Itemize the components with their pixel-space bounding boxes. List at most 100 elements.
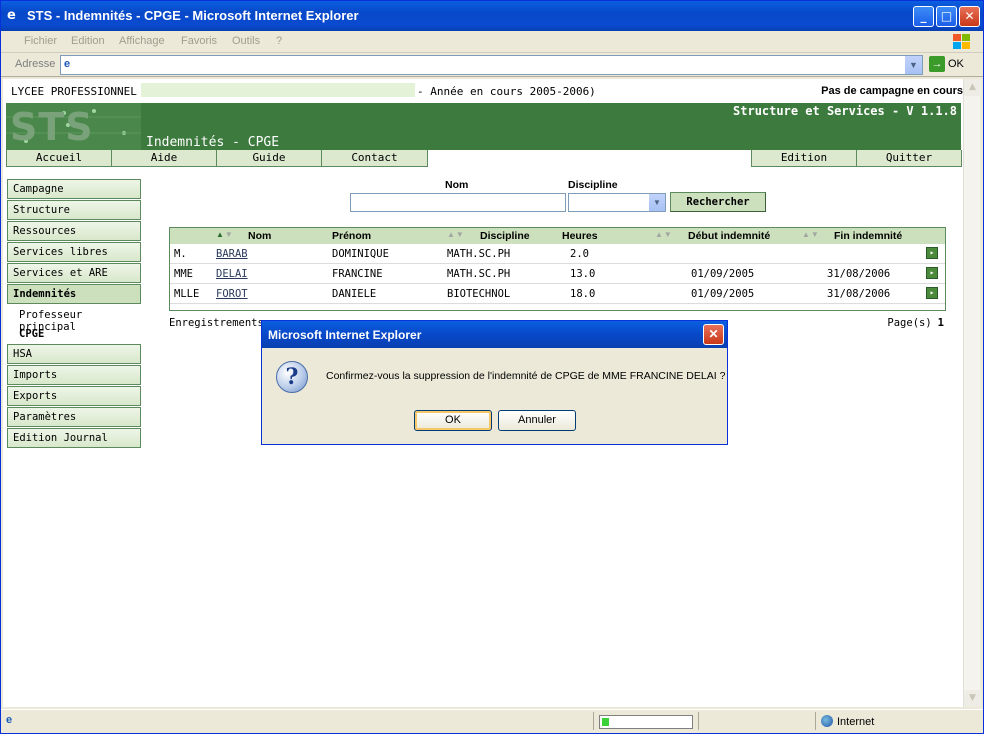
menu-bar: Fichier Edition Affichage Favoris Outils… — [1, 31, 983, 53]
page-number[interactable]: 1 — [938, 317, 944, 329]
nav-quitter[interactable]: Quitter — [856, 150, 962, 167]
go-label: OK — [948, 58, 964, 70]
col-nom[interactable]: Nom — [248, 230, 271, 242]
sidebar-item-exports[interactable]: Exports — [7, 386, 141, 406]
sort-fin-icon[interactable]: ▲▼ — [802, 230, 820, 239]
page-status-icon: e — [6, 714, 13, 726]
col-fin[interactable]: Fin indemnité — [834, 230, 902, 242]
cell-civ: M. — [174, 248, 187, 260]
nom-input[interactable] — [350, 193, 566, 212]
cell-discipline: MATH.SC.PH — [447, 248, 511, 260]
discipline-select[interactable]: ▼ — [568, 193, 666, 212]
table-row: M. BARAB DOMINIQUE MATH.SC.PH 2.0 ▸ — [170, 244, 945, 264]
cell-nom-link[interactable]: FOROT — [216, 288, 248, 300]
address-input[interactable]: e ▼ — [60, 55, 923, 75]
cell-prenom: DANIELE — [332, 288, 377, 300]
go-arrow-icon: → — [929, 56, 945, 72]
col-debut[interactable]: Début indemnité — [688, 230, 770, 242]
cell-discipline: MATH.SC.PH — [447, 268, 511, 280]
col-prenom[interactable]: Prénom — [332, 230, 371, 242]
go-button[interactable]: → OK — [929, 56, 975, 74]
address-bar: Adresse e ▼ → OK — [1, 53, 983, 77]
nav-guide[interactable]: Guide — [216, 150, 322, 167]
indemnites-table: ▲▼ Nom Prénom ▲▼ Discipline Heures ▲▼ Dé… — [169, 227, 946, 311]
sidebar-item-indemnites[interactable]: Indemnités — [7, 284, 141, 304]
cell-heures: 13.0 — [570, 268, 596, 280]
discipline-label: Discipline — [568, 179, 618, 191]
sidebar-item-hsa[interactable]: HSA — [7, 344, 141, 364]
menu-affichage[interactable]: Affichage — [119, 35, 165, 47]
maximize-button[interactable]: □ — [936, 6, 957, 27]
sidebar-item-services-are[interactable]: Services et ARE — [7, 263, 141, 283]
status-separator — [698, 712, 699, 730]
title-bar[interactable]: e STS - Indemnités - CPGE - Microsoft In… — [1, 1, 983, 31]
sidebar-item-campagne[interactable]: Campagne — [7, 179, 141, 199]
scroll-down-icon[interactable]: ▼ — [964, 690, 981, 707]
nav-edition[interactable]: Edition — [751, 150, 857, 167]
menu-edition[interactable]: Edition — [71, 35, 105, 47]
header-line: LYCEE PROFESSIONNEL - Année en cours 200… — [3, 79, 963, 101]
cell-nom-link[interactable]: BARAB — [216, 248, 248, 260]
ok-button[interactable]: OK — [414, 410, 492, 431]
sidebar-item-parametres[interactable]: Paramètres — [7, 407, 141, 427]
progress-bar — [599, 715, 693, 729]
menu-outils[interactable]: Outils — [232, 35, 260, 47]
cell-civ: MLLE — [174, 288, 200, 300]
app-name: Structure et Services - V 1.1.8 — [733, 104, 957, 118]
menu-help[interactable]: ? — [276, 35, 282, 47]
globe-icon — [821, 715, 833, 727]
address-label: Adresse — [15, 58, 56, 70]
col-heures[interactable]: Heures — [562, 230, 598, 242]
cell-nom-link[interactable]: DELAI — [216, 268, 248, 280]
nav-aide[interactable]: Aide — [111, 150, 217, 167]
sidebar-item-services-libres[interactable]: Services libres — [7, 242, 141, 262]
table-row: MME DELAI FRANCINE MATH.SC.PH 13.0 01/09… — [170, 264, 945, 284]
sort-debut-icon[interactable]: ▲▼ — [655, 230, 673, 239]
cancel-button[interactable]: Annuler — [498, 410, 576, 431]
top-navigation: Accueil Aide Guide Contact Edition Quitt… — [6, 150, 962, 168]
row-action-icon[interactable]: ▸ — [926, 267, 938, 279]
status-separator — [815, 712, 816, 730]
sort-nom-icon[interactable]: ▲▼ — [216, 230, 234, 239]
page-title: Indemnités - CPGE — [146, 135, 280, 150]
sort-discipline-icon[interactable]: ▲▼ — [447, 230, 465, 239]
address-dropdown-button[interactable]: ▼ — [905, 56, 922, 74]
cell-heures: 2.0 — [570, 248, 589, 260]
dialog-close-button[interactable]: ✕ — [703, 324, 724, 345]
close-button[interactable]: ✕ — [959, 6, 980, 27]
browser-window: e STS - Indemnités - CPGE - Microsoft In… — [0, 0, 984, 734]
col-discipline[interactable]: Discipline — [480, 230, 530, 242]
table-header: ▲▼ Nom Prénom ▲▼ Discipline Heures ▲▼ Dé… — [170, 228, 945, 244]
cell-prenom: FRANCINE — [332, 268, 383, 280]
pagination: Page(s) 1 — [887, 317, 944, 329]
app-banner: STS Structure et Services - V 1.1.8 Inde… — [6, 103, 961, 150]
chevron-down-icon[interactable]: ▼ — [649, 194, 665, 211]
school-name-redacted — [141, 83, 415, 97]
page-icon: e — [64, 58, 71, 70]
cell-discipline: BIOTECHNOL — [447, 288, 511, 300]
windows-logo-icon — [953, 34, 970, 49]
window-title: STS - Indemnités - CPGE - Microsoft Inte… — [27, 8, 359, 23]
campaign-status: Pas de campagne en cours — [821, 85, 963, 97]
sidebar-subitem-cpge[interactable]: CPGE — [19, 328, 44, 340]
menu-fichier[interactable]: Fichier — [24, 35, 57, 47]
sidebar-item-edition-journal[interactable]: Edition Journal — [7, 428, 141, 448]
sidebar-item-imports[interactable]: Imports — [7, 365, 141, 385]
nav-accueil[interactable]: Accueil — [6, 150, 112, 167]
security-zone: Internet — [821, 715, 874, 728]
sidebar-item-ressources[interactable]: Ressources — [7, 221, 141, 241]
row-action-icon[interactable]: ▸ — [926, 247, 938, 259]
table-row: MLLE FOROT DANIELE BIOTECHNOL 18.0 01/09… — [170, 284, 945, 304]
search-button[interactable]: Rechercher — [670, 192, 766, 212]
dialog-title-bar[interactable]: Microsoft Internet Explorer ✕ — [262, 321, 727, 348]
row-action-icon[interactable]: ▸ — [926, 287, 938, 299]
progress-fill — [602, 718, 609, 726]
ie-icon: e — [7, 8, 16, 23]
minimize-button[interactable]: _ — [913, 6, 934, 27]
scroll-up-icon[interactable]: ▲ — [964, 79, 981, 96]
menu-favoris[interactable]: Favoris — [181, 35, 217, 47]
nom-label: Nom — [445, 179, 469, 191]
vertical-scrollbar[interactable]: ▲ ▼ — [963, 79, 981, 707]
sidebar-item-structure[interactable]: Structure — [7, 200, 141, 220]
nav-contact[interactable]: Contact — [321, 150, 428, 167]
